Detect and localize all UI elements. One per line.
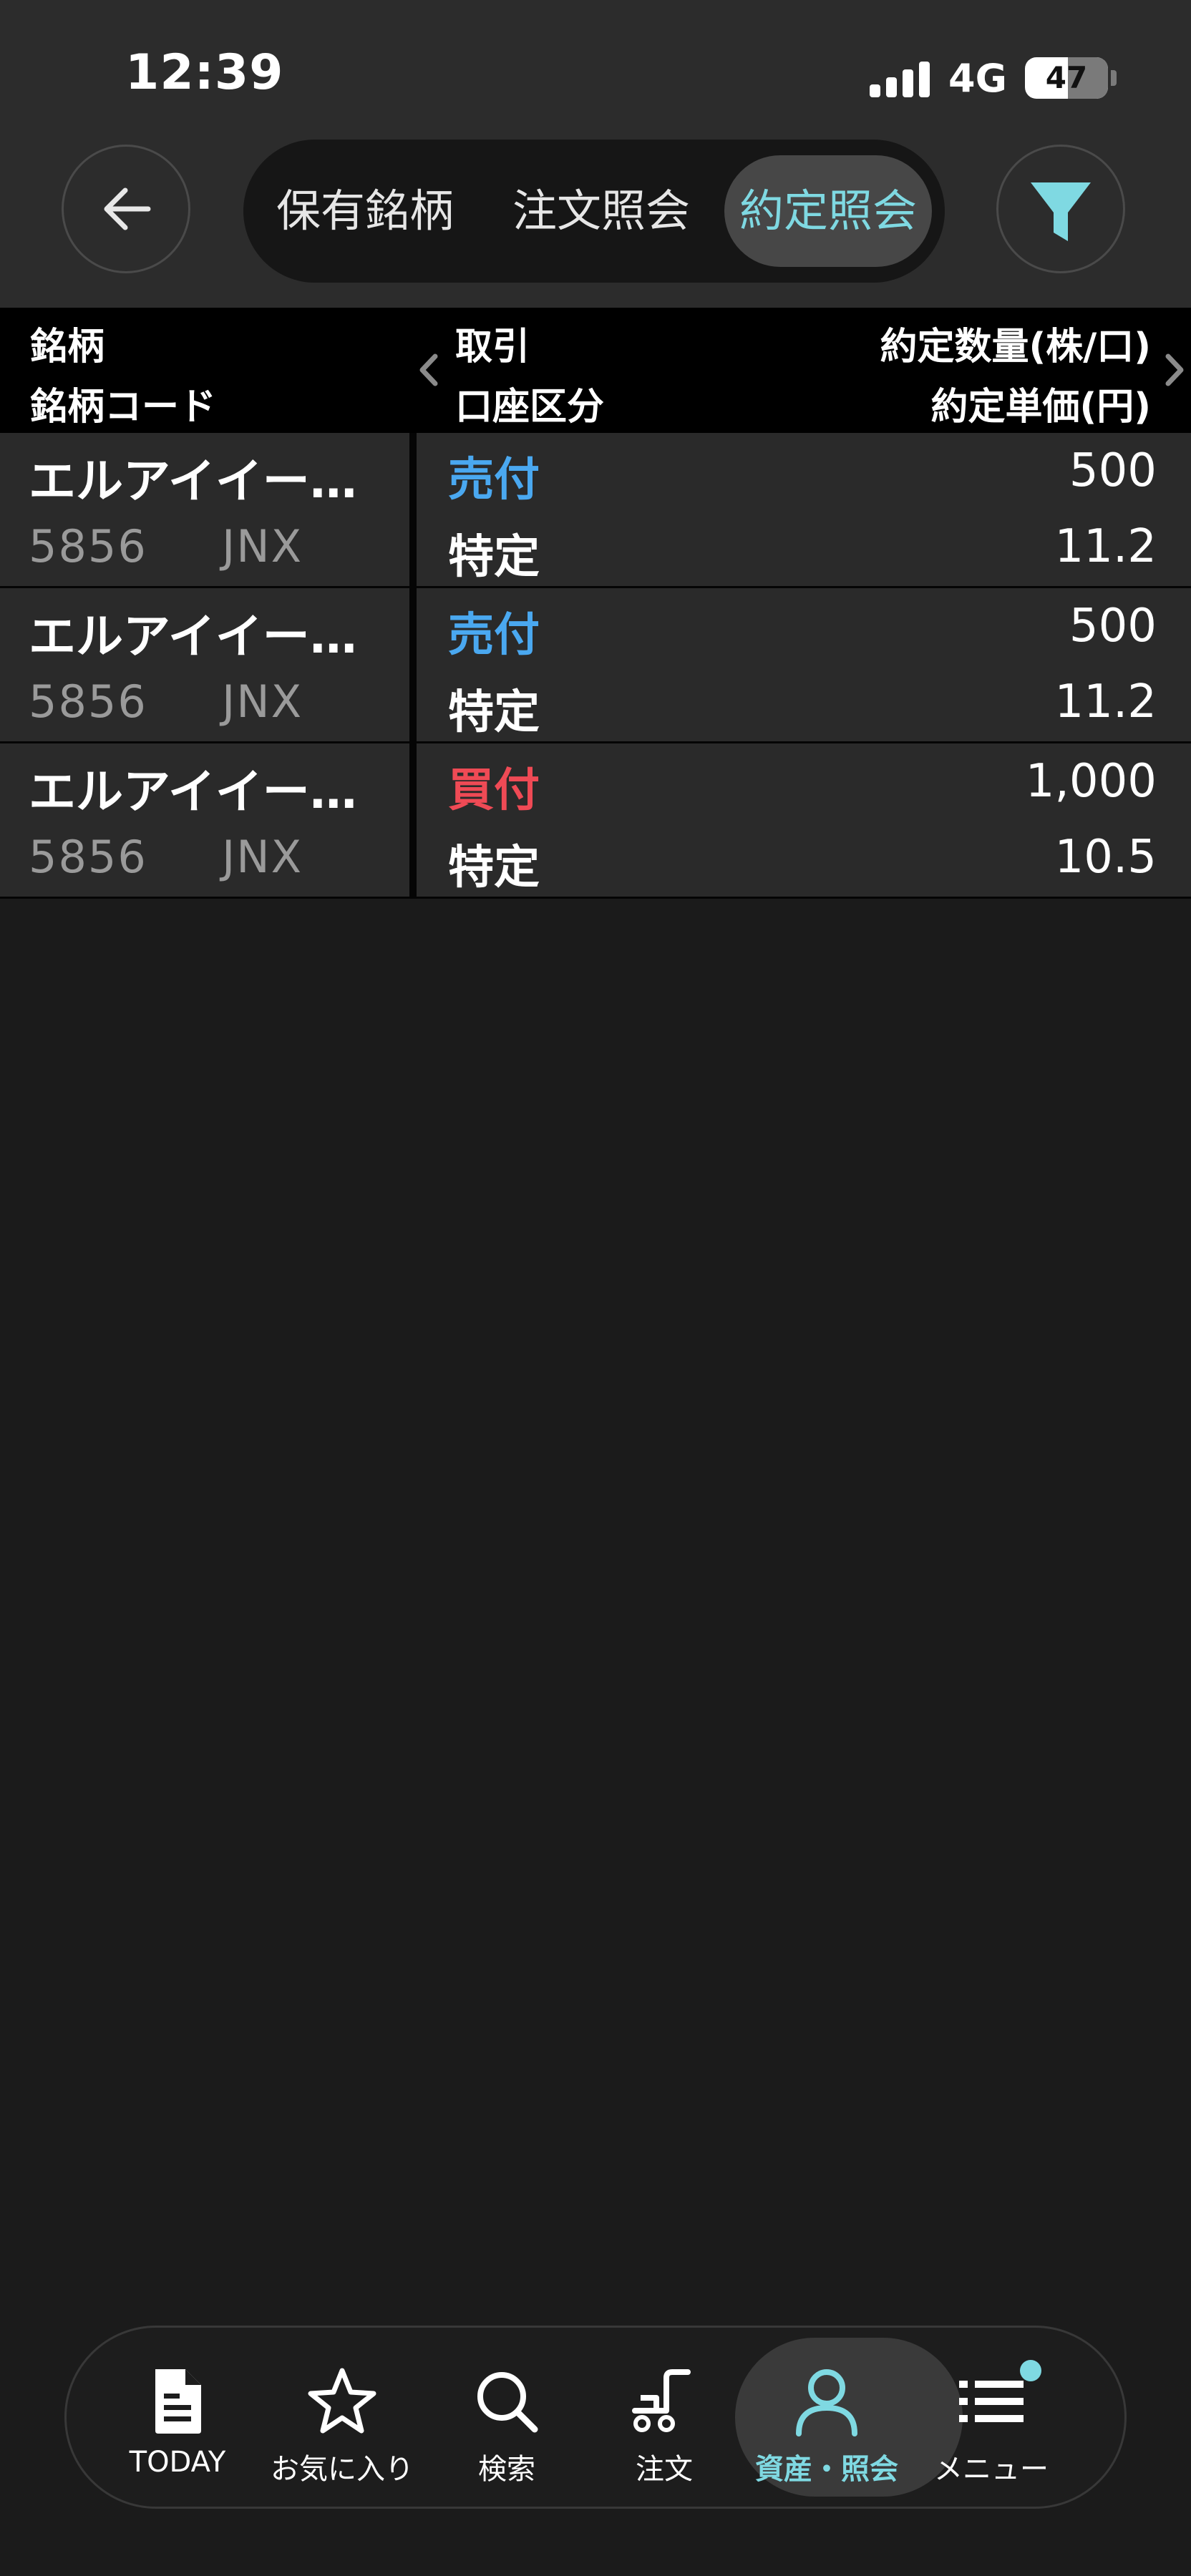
market: JNX xyxy=(222,675,303,728)
cart-icon xyxy=(632,2369,691,2432)
unit-price: 10.5 xyxy=(1054,831,1157,884)
stock-name: エルアイイー… xyxy=(29,764,357,819)
nav-label: メニュー xyxy=(934,2453,1049,2486)
document-icon xyxy=(155,2369,201,2434)
nav-order[interactable]: 注文 xyxy=(585,2328,743,2507)
battery-level: 47 xyxy=(1045,60,1088,95)
header-stock-name: 銘柄 xyxy=(30,326,105,369)
table-row[interactable]: エルアイイー… 5856 JNX 売付 特定 500 11.2 xyxy=(0,433,1191,588)
quantity: 1,000 xyxy=(1025,755,1157,808)
nav-label: 資産・照会 xyxy=(755,2453,898,2486)
stock-code: 5856 xyxy=(29,831,147,883)
header-quantity: 約定数量(株/口) xyxy=(880,326,1151,369)
market: JNX xyxy=(222,831,303,883)
arrow-left-icon xyxy=(104,187,151,230)
filter-button[interactable] xyxy=(996,145,1125,273)
table-row[interactable]: エルアイイー… 5856 JNX 売付 特定 500 11.2 xyxy=(0,588,1191,743)
header-trade: 取引 xyxy=(455,326,530,369)
header-account-type: 口座区分 xyxy=(455,386,605,429)
status-bar: 12:39 4G 47 xyxy=(0,0,1191,136)
nav-search[interactable]: 検索 xyxy=(428,2328,585,2507)
table-header: 銘柄 銘柄コード 取引 口座区分 約定数量(株/口) 約定単価(円) xyxy=(0,308,1191,433)
execution-list: エルアイイー… 5856 JNX 売付 特定 500 11.2 エルアイイー… … xyxy=(0,433,1191,899)
quantity: 500 xyxy=(1069,600,1157,653)
menu-icon xyxy=(959,2381,1024,2422)
stock-name: エルアイイー… xyxy=(29,454,357,509)
battery-tip xyxy=(1111,70,1117,86)
segmented-tabs: 保有銘柄 注文照会 約定照会 xyxy=(243,140,945,283)
stock-code: 5856 xyxy=(29,675,147,728)
chevron-right-icon[interactable] xyxy=(1160,352,1188,388)
stock-name: エルアイイー… xyxy=(29,609,357,664)
trade-type: 売付 xyxy=(448,454,540,507)
nav-assets-inquiry[interactable]: 資産・照会 xyxy=(735,2328,963,2507)
tab-execution-inquiry[interactable]: 約定照会 xyxy=(724,155,932,267)
quantity: 500 xyxy=(1069,444,1157,497)
person-icon xyxy=(796,2369,857,2436)
star-icon xyxy=(308,2368,376,2434)
unit-price: 11.2 xyxy=(1054,675,1157,728)
nav-menu[interactable]: メニュー xyxy=(913,2328,1070,2507)
tab-order-inquiry[interactable]: 注文照会 xyxy=(494,155,709,267)
app-header: 保有銘柄 注文照会 約定照会 xyxy=(0,136,1191,308)
account-type: 特定 xyxy=(448,531,540,584)
chevron-left-icon[interactable] xyxy=(415,352,444,388)
header-unit-price: 約定単価(円) xyxy=(930,386,1151,429)
nav-label: 注文 xyxy=(636,2453,693,2486)
nav-favorites[interactable]: お気に入り xyxy=(263,2328,421,2507)
signal-strength-icon xyxy=(870,62,931,97)
status-time: 12:39 xyxy=(125,44,284,101)
market: JNX xyxy=(222,520,303,572)
nav-label: TODAY xyxy=(129,2446,226,2479)
trade-type: 売付 xyxy=(448,609,540,662)
battery-icon: 47 xyxy=(1025,57,1108,99)
search-icon xyxy=(477,2372,538,2433)
stock-code: 5856 xyxy=(29,520,147,572)
nav-label: お気に入り xyxy=(271,2453,414,2486)
table-row[interactable]: エルアイイー… 5856 JNX 買付 特定 1,000 10.5 xyxy=(0,743,1191,899)
notification-dot xyxy=(1020,2360,1041,2381)
trade-type: 買付 xyxy=(448,764,540,817)
unit-price: 11.2 xyxy=(1054,520,1157,573)
filter-icon xyxy=(1031,182,1091,241)
account-type: 特定 xyxy=(448,686,540,739)
tab-holdings[interactable]: 保有銘柄 xyxy=(258,155,472,267)
nav-today[interactable]: TODAY xyxy=(99,2328,256,2507)
back-button[interactable] xyxy=(62,145,190,273)
account-type: 特定 xyxy=(448,841,540,894)
bottom-navigation: TODAY お気に入り 検索 注文 資産・照会 メニュー xyxy=(64,2326,1127,2509)
header-stock-code: 銘柄コード xyxy=(30,386,217,429)
network-type: 4G xyxy=(948,56,1007,101)
